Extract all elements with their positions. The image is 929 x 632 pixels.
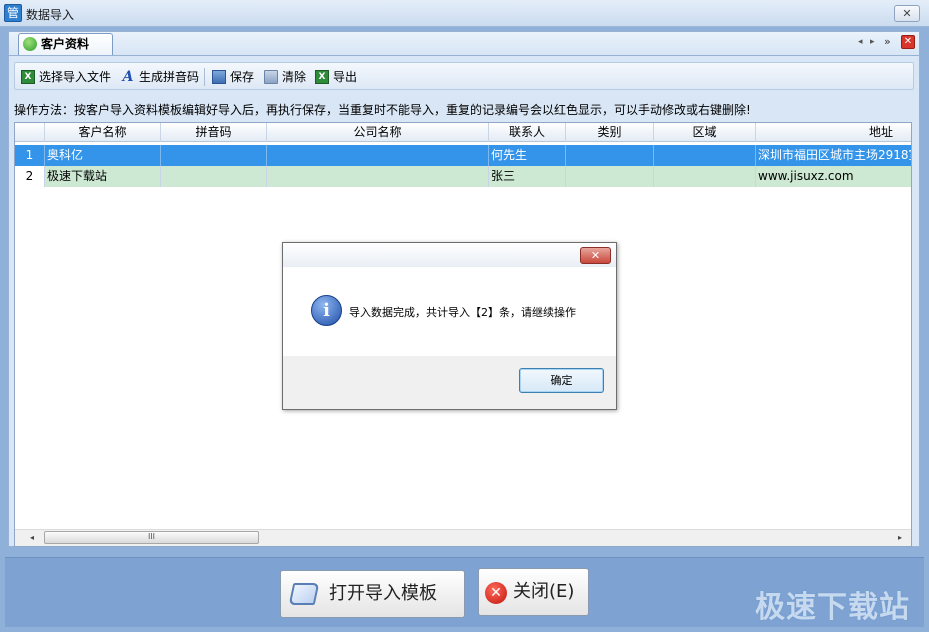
cell-address[interactable]: www.jisuxz.com xyxy=(756,166,911,187)
scrollbar-thumb[interactable]: III xyxy=(44,531,259,544)
tab-label: 客户资料 xyxy=(41,37,90,51)
cell-pinyin[interactable] xyxy=(161,166,267,187)
row-number-header xyxy=(15,123,45,142)
toolbar: X 选择导入文件 A 生成拼音码 保存 清除 X 导出 xyxy=(14,62,914,90)
info-icon: i xyxy=(311,295,342,326)
dialog-message: 导入数据完成，共计导入【2】条，请继续操作 xyxy=(349,306,576,319)
customer-icon xyxy=(23,37,37,51)
open-import-template-label: 打开导入模板 xyxy=(329,583,437,604)
column-header[interactable]: 联系人 xyxy=(489,123,566,142)
select-import-file-button[interactable]: X 选择导入文件 xyxy=(21,68,111,86)
tab-list-more-icon[interactable]: » xyxy=(884,35,891,48)
dialog-close-button[interactable]: ✕ xyxy=(580,247,611,264)
save-label: 保存 xyxy=(230,70,255,84)
close-button[interactable]: ✕ 关闭(E) xyxy=(478,568,589,616)
close-label: 关闭(E) xyxy=(513,581,575,602)
excel-icon: X xyxy=(315,70,329,84)
cell-customer-name[interactable]: 奥科亿 xyxy=(45,145,161,166)
cell-region[interactable] xyxy=(654,166,756,187)
cell-company[interactable] xyxy=(267,145,489,166)
book-icon xyxy=(288,583,320,605)
cell-address[interactable]: 深圳市福田区城市主场2918室 xyxy=(756,145,911,166)
cell-contact[interactable]: 何先生 xyxy=(489,145,566,166)
toolbar-separator xyxy=(204,68,205,86)
select-import-file-label: 选择导入文件 xyxy=(39,70,112,84)
window-title: 数据导入 xyxy=(26,8,75,22)
watermark-logo: 极速下载站 xyxy=(755,590,910,625)
tab-customer-data[interactable]: 客户资料 xyxy=(18,33,113,55)
instruction-text: 操作方法：按客户导入资料模板编辑好导入后，再执行保存，当重复时不能导入，重复的记… xyxy=(14,103,751,117)
app-icon: 管 xyxy=(4,4,22,22)
generate-pinyin-label: 生成拼音码 xyxy=(139,70,200,84)
table-row[interactable]: 2 极速下载站 张三 www.jisuxz.com xyxy=(15,166,911,187)
clear-button[interactable]: 清除 xyxy=(264,68,306,86)
column-header[interactable]: 拼音码 xyxy=(161,123,267,142)
cell-contact[interactable]: 张三 xyxy=(489,166,566,187)
ok-button[interactable]: 确定 xyxy=(519,368,604,393)
export-label: 导出 xyxy=(333,70,358,84)
scroll-left-arrow-icon[interactable]: ◂ xyxy=(30,533,34,542)
scroll-right-arrow-icon[interactable]: ▸ xyxy=(898,533,902,542)
close-x-icon: ✕ xyxy=(485,582,507,604)
row-number: 1 xyxy=(15,145,45,166)
cell-customer-name[interactable]: 极速下载站 xyxy=(45,166,161,187)
export-button[interactable]: X 导出 xyxy=(315,68,357,86)
open-import-template-button[interactable]: 打开导入模板 xyxy=(280,570,465,618)
column-header[interactable]: 公司名称 xyxy=(267,123,489,142)
clear-icon xyxy=(264,70,278,84)
tab-scroll-right-icon[interactable]: ▸ xyxy=(870,37,875,47)
column-header[interactable]: 地址 xyxy=(756,123,911,142)
tab-strip xyxy=(8,31,920,55)
window-close-button[interactable]: ✕ xyxy=(894,5,920,22)
save-button[interactable]: 保存 xyxy=(212,68,254,86)
table-row[interactable]: 1 奥科亿 何先生 深圳市福田区城市主场2918室 xyxy=(15,145,911,166)
cell-category[interactable] xyxy=(566,166,654,187)
letter-a-icon: A xyxy=(122,69,134,85)
row-number: 2 xyxy=(15,166,45,187)
generate-pinyin-button[interactable]: A 生成拼音码 xyxy=(121,68,199,86)
cell-region[interactable] xyxy=(654,145,756,166)
tab-scroll-left-icon[interactable]: ◂ xyxy=(858,37,863,47)
column-header[interactable]: 客户名称 xyxy=(45,123,161,142)
column-header[interactable]: 类别 xyxy=(566,123,654,142)
column-header[interactable]: 区域 xyxy=(654,123,756,142)
cell-pinyin[interactable] xyxy=(161,145,267,166)
window-title-bar xyxy=(0,0,929,27)
cell-company[interactable] xyxy=(267,166,489,187)
excel-icon: X xyxy=(21,70,35,84)
tab-close-button[interactable]: ✕ xyxy=(901,35,915,49)
cell-category[interactable] xyxy=(566,145,654,166)
grid-header: 客户名称 拼音码 公司名称 联系人 类别 区域 地址 xyxy=(15,123,911,142)
save-icon xyxy=(212,70,226,84)
dialog-title-bar xyxy=(283,243,616,267)
clear-label: 清除 xyxy=(282,70,307,84)
